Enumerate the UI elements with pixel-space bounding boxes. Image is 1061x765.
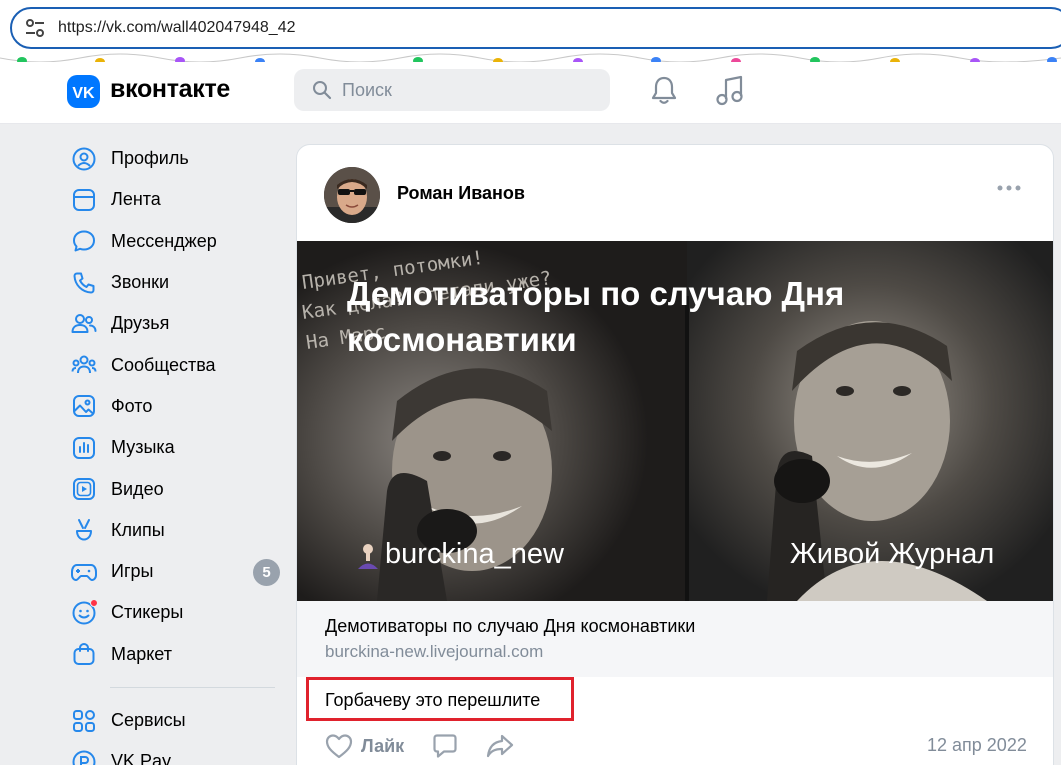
address-bar[interactable]: https://vk.com/wall402047948_42 (10, 7, 1061, 49)
sidebar-item-messenger[interactable]: Мессенджер (65, 221, 280, 262)
friends-icon (71, 311, 97, 337)
music-square-icon (71, 435, 97, 461)
sidebar-item-clips[interactable]: Клипы (65, 510, 280, 551)
notifications-bell-icon[interactable] (650, 75, 678, 105)
search-icon (313, 81, 332, 100)
image-signature-left-text: burckina_new (385, 538, 564, 570)
author-avatar[interactable] (324, 167, 380, 223)
sidebar-item-label: Видео (111, 478, 164, 499)
image-signature-right: Живой Журнал (790, 538, 995, 570)
svg-text:VK: VK (72, 85, 95, 102)
search-input[interactable] (342, 79, 582, 101)
sidebar-item-label: Музыка (111, 437, 175, 458)
vk-logo-icon[interactable]: VK (67, 75, 100, 108)
vkpay-icon (71, 749, 97, 765)
sidebar-item-label: Игры (111, 561, 154, 582)
sidebar-item-label: Стикеры (111, 602, 184, 623)
sidebar-item-profile[interactable]: Профиль (65, 138, 280, 179)
clips-icon (71, 517, 97, 543)
site-settings-icon[interactable] (24, 17, 46, 39)
wall-post: Роман Иванов Привет, потомки! Как дела? … (296, 144, 1054, 765)
video-icon (71, 476, 97, 502)
communities-icon (71, 352, 97, 378)
sidebar-item-label: Друзья (111, 313, 170, 334)
phone-icon (71, 270, 97, 296)
link-preview[interactable]: Демотиваторы по случаю Дня космонавтики … (297, 601, 1053, 677)
sidebar-item-communities[interactable]: Сообщества (65, 344, 280, 385)
sidebar-item-label: Клипы (111, 519, 165, 540)
comment-icon[interactable] (432, 733, 458, 759)
sidebar-item-games[interactable]: Игры 5 (65, 551, 280, 592)
feed-icon (71, 187, 97, 213)
sidebar-item-label: Маркет (111, 643, 172, 664)
post-text: Горбачеву это перешлите (325, 690, 541, 710)
post-actions: Лайк (325, 731, 514, 761)
market-bag-icon (71, 641, 97, 667)
sidebar-item-calls[interactable]: Звонки (65, 262, 280, 303)
sidebar-item-label: Мессенджер (111, 230, 217, 251)
sidebar-item-friends[interactable]: Друзья (65, 303, 280, 344)
share-arrow-icon[interactable] (486, 734, 514, 758)
chat-bubble-icon (71, 228, 97, 254)
like-heart-icon[interactable] (325, 733, 353, 759)
link-preview-url[interactable]: burckina-new.livejournal.com (325, 642, 543, 662)
sidebar-item-label: Сервисы (111, 710, 186, 730)
search-box[interactable] (294, 69, 610, 111)
sidebar-item-vkpay[interactable]: VK Pay (65, 741, 280, 765)
post-image[interactable]: Привет, потомки! Как дела? слетали уже? … (297, 241, 1053, 601)
sidebar-item-video[interactable]: Видео (65, 468, 280, 509)
like-button-label[interactable]: Лайк (361, 736, 404, 757)
vk-logo-text[interactable]: вконтакте (110, 75, 230, 104)
link-preview-title[interactable]: Демотиваторы по случаю Дня космонавтики (325, 616, 695, 637)
sidebar-divider (110, 686, 275, 688)
vk-header: VK вконтакте (0, 62, 1061, 124)
gamepad-icon (71, 559, 97, 585)
sticker-icon (71, 598, 98, 626)
sidebar-item-label: Профиль (111, 148, 189, 169)
post-date[interactable]: 12 апр 2022 (927, 735, 1027, 756)
sidebar-item-label: Фото (111, 395, 153, 416)
image-title-text: Демотиваторы по случаю Дня космонавтики (347, 275, 845, 358)
url-text[interactable]: https://vk.com/wall402047948_42 (58, 19, 295, 37)
music-note-icon[interactable] (715, 75, 745, 107)
sidebar-item-label: Звонки (111, 272, 170, 293)
new-stickers-dot (90, 598, 98, 607)
sidebar-item-market[interactable]: Маркет (65, 634, 280, 675)
user-circle-icon (71, 146, 97, 172)
sidebar-item-label: Сообщества (111, 354, 216, 375)
photo-icon (71, 393, 97, 419)
user-avatar-mini-icon (358, 543, 378, 569)
sidebar-item-feed[interactable]: Лента (65, 179, 280, 220)
services-grid-icon (71, 708, 97, 734)
sidebar-item-label: VK Pay (111, 751, 172, 765)
sidebar-item-music[interactable]: Музыка (65, 427, 280, 468)
browser-toolbar: https://vk.com/wall402047948_42 (0, 0, 1061, 66)
sidebar-item-services[interactable]: Сервисы (65, 700, 280, 741)
more-options-icon[interactable] (997, 183, 1021, 193)
sidebar-item-stickers[interactable]: Стикеры (65, 592, 280, 633)
sidebar-item-photos[interactable]: Фото (65, 386, 280, 427)
left-sidebar: Профиль Лента Мессенджер Звонки Друзья С… (65, 138, 280, 765)
image-signature-left: burckina_new (355, 538, 564, 571)
post-author-name[interactable]: Роман Иванов (397, 183, 525, 204)
sidebar-item-label: Лента (111, 189, 161, 210)
games-count-badge: 5 (253, 558, 280, 586)
